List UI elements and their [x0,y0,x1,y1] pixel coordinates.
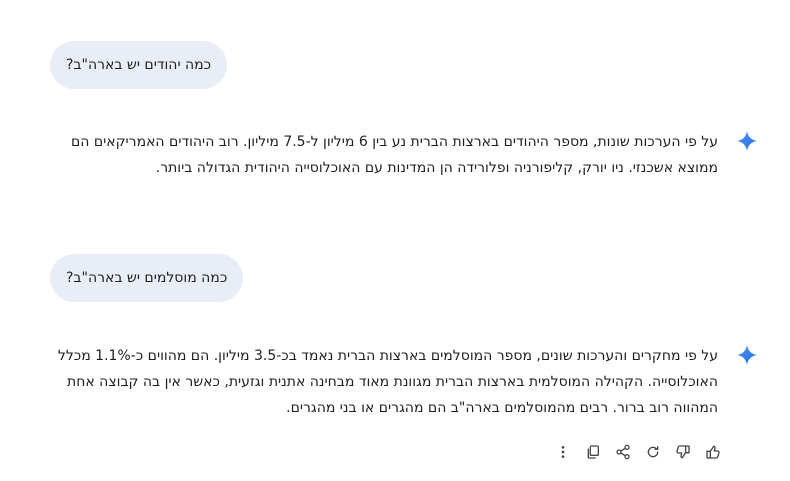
gemini-spark-icon [736,344,758,366]
copy-button[interactable] [578,440,608,464]
copy-icon [587,445,599,459]
model-response-text: על פי הערכות שונות, מספר היהודים בארצות … [70,134,718,176]
response-actions-bar [548,440,728,464]
user-query-bubble: כמה יהודים יש בארה"ב? [50,41,228,89]
thumbs-down-icon [676,445,690,459]
thumbs-down-button[interactable] [668,440,698,464]
share-icon [616,444,630,460]
user-query-text: כמה מוסלמים יש בארה"ב? [66,270,228,286]
model-response-text: על פי מחקרים והערכות שונים, מספר המוסלמי… [57,348,718,416]
thumbs-up-icon [706,445,720,459]
regenerate-button[interactable] [638,440,668,464]
regenerate-icon [647,446,659,458]
more-options-button[interactable] [548,440,578,464]
share-button[interactable] [608,440,638,464]
user-query-bubble: כמה מוסלמים יש בארה"ב? [50,254,244,302]
more-vert-icon [561,446,565,458]
user-query-text: כמה יהודים יש בארה"ב? [66,57,212,73]
thumbs-up-button[interactable] [698,440,728,464]
gemini-spark-icon [736,130,758,152]
